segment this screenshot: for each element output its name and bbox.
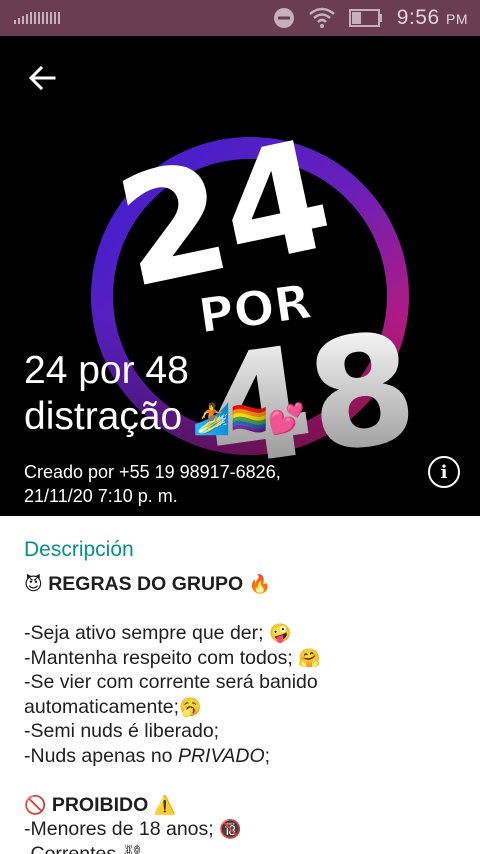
devil-emoji: 😈 [24,574,43,594]
created-info: Creado por +55 19 98917-6826, 21/11/20 7… [24,460,281,508]
signal-icon [14,12,60,24]
info-button[interactable]: i [428,456,460,488]
fire-emoji: 🔥 [248,574,272,594]
prohibited-heading: 🚫 PROIBIDO ⚠️ [24,793,177,816]
info-icon: i [440,461,448,483]
battery-icon [348,9,382,27]
title-emojis: 🏄🏳️‍🌈💕 [193,403,306,436]
rule-4: -Semi nuds é liberado; [24,720,220,742]
rule-5: -Nuds apenas no PRIVADO; [24,744,271,767]
rule-3a: -Se vier com corrente será banido [24,671,318,693]
no-entry-emoji: 🚫 [24,794,47,815]
rule-3b: automaticamente;🥱 [24,695,202,718]
back-arrow-icon [28,65,56,91]
rules-heading: 😈 REGRAS DO GRUPO 🔥 [24,573,272,595]
clock: 9:56 PM [396,6,468,29]
group-title-line1: 24 por 48 [24,349,189,392]
description-label: Descripción [24,538,134,561]
prohibited-1: -Menores de 18 anos; 🔞 [24,818,242,840]
description-text: 😈 REGRAS DO GRUPO 🔥 -Seja ativo sempre q… [24,572,456,854]
rule-1: -Seja ativo sempre que der; 🤪 [24,622,292,644]
created-by: Creado por +55 19 98917-6826, [24,462,281,482]
dnd-icon [273,8,294,28]
status-bar: 9:56 PM [0,0,480,36]
prohibited-2: -Correntes ⛓ [24,842,145,854]
group-title: 24 por 48 distração 🏄🏳️‍🌈💕 [24,348,444,443]
group-title-line2: distração [24,395,183,438]
description-section: Descripción 😈 REGRAS DO GRUPO 🔥 -Seja at… [0,516,480,854]
warning-emoji: ⚠️ [153,794,177,815]
back-button[interactable] [22,58,62,98]
group-header: 24 POR 48 24 por 48 distração 🏄🏳️‍🌈💕 Cre… [0,36,480,516]
created-date: 21/11/20 7:10 p. m. [24,486,178,506]
wifi-icon [308,7,335,28]
rule-2: -Mantenha respeito com todos; 🤗 [24,646,321,669]
